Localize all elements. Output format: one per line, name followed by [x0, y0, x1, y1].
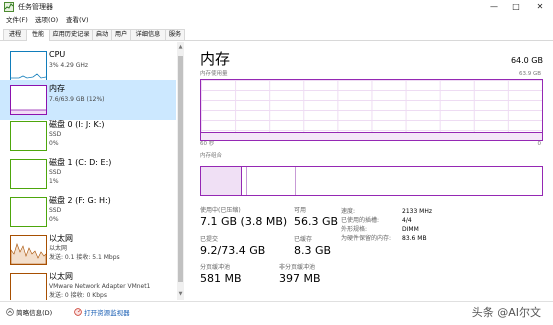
available-value: 56.3 GB: [294, 215, 339, 228]
sidebar-item-disk-0[interactable]: 磁盘 0 (I: J: K:) SSD 0%: [0, 116, 176, 156]
sidebar-item-memory[interactable]: 内存 7.6/63.9 GB (12%): [0, 80, 176, 120]
composition-in-use: [201, 167, 242, 195]
sidebar-title: 内存: [49, 84, 65, 93]
in-use-value: 7.1 GB (3.8 MB): [200, 215, 288, 228]
tab-processes[interactable]: 进程: [3, 29, 27, 40]
memory-usage-graph: [200, 79, 543, 141]
open-resource-monitor-link[interactable]: 打开资源监视器: [74, 307, 130, 319]
maximize-button[interactable]: □: [507, 0, 525, 14]
sidebar-detail: 发送: 0.1 接收: 5.1 Mbps: [49, 254, 120, 261]
tab-app-history[interactable]: 应用历史记录: [49, 29, 93, 40]
title-bar: 任务管理器 — □ ✕: [0, 0, 553, 14]
sidebar-title: CPU: [49, 50, 66, 59]
sidebar-scrollbar[interactable]: ▲ ▼: [177, 42, 184, 300]
sidebar-item-ethernet[interactable]: 以太网 以太网 发送: 0.1 接收: 5.1 Mbps: [0, 230, 176, 270]
resource-sidebar: CPU 3% 4.29 GHz 内存 7.6/63.9 GB (12%) 磁盘 …: [0, 42, 176, 300]
disk-thumbnail-graph: [10, 197, 47, 227]
memory-detail-panel: 内存 64.0 GB 内存使用量 63.9 GB 60 秒 0 内存组合 使用中…: [184, 42, 553, 300]
paged-pool-label: 分页缓冲池: [200, 264, 231, 271]
nonpaged-pool-value: 397 MB: [279, 272, 321, 285]
page-title: 内存: [200, 50, 231, 68]
spec-reserved-value: 83.6 MB: [402, 235, 427, 242]
memory-total: 64.0 GB: [510, 56, 543, 65]
composition-standby: [247, 167, 296, 195]
sidebar-detail: 1%: [49, 178, 59, 185]
composition-label: 内存组合: [200, 153, 223, 159]
sidebar-title: 以太网: [49, 234, 73, 243]
spec-form-factor-label: 外形规格:: [341, 226, 368, 233]
sidebar-detail: SSD: [49, 131, 62, 138]
tab-services[interactable]: 服务: [165, 29, 185, 40]
fewer-details-label: 简略信息(D): [16, 309, 53, 317]
spec-speed-value: 2133 MHz: [402, 208, 433, 215]
scroll-thumb[interactable]: [178, 56, 183, 282]
spec-slots-value: 4/4: [402, 217, 412, 224]
window-title: 任务管理器: [18, 3, 53, 11]
graph-time-right: 0: [537, 141, 542, 147]
menu-view[interactable]: 查看(V): [66, 15, 89, 26]
cpu-sparkline: [11, 73, 47, 79]
memory-composition-bar: [200, 166, 543, 196]
bottom-bar: 简略信息(D) 打开资源监视器 头条 @AI尔文: [0, 301, 553, 325]
resource-monitor-icon: [74, 308, 82, 316]
usage-graph-label: 内存使用量: [200, 71, 228, 77]
cpu-thumbnail-graph: [10, 51, 47, 81]
sidebar-detail: 0%: [49, 140, 59, 147]
sidebar-detail: 3% 4.29 GHz: [49, 62, 89, 69]
committed-label: 已提交: [200, 236, 219, 243]
close-button[interactable]: ✕: [531, 0, 549, 14]
nonpaged-pool-label: 非分页缓冲池: [279, 264, 316, 271]
sidebar-item-disk-2[interactable]: 磁盘 2 (F: G: H:) SSD 0%: [0, 192, 176, 232]
sidebar-title: 磁盘 0 (I: J: K:): [49, 120, 105, 129]
committed-value: 9.2/73.4 GB: [200, 244, 266, 257]
spec-speed-label: 速度:: [341, 208, 356, 215]
chevron-up-circle-icon: [6, 308, 14, 316]
paged-pool-value: 581 MB: [200, 272, 242, 285]
cached-value: 8.3 GB: [294, 244, 332, 257]
sidebar-title: 磁盘 2 (F: G: H:): [49, 196, 111, 205]
sidebar-detail: SSD: [49, 169, 62, 176]
disk-thumbnail-graph: [10, 159, 47, 189]
menu-bar: 文件(F) 选项(O) 查看(V): [0, 14, 553, 27]
tab-bar: 进程 性能 应用历史记录 启动 用户 详细信息 服务: [0, 28, 553, 41]
memory-thumbnail-graph: [10, 85, 47, 115]
sidebar-detail: SSD: [49, 207, 62, 214]
ethernet-thumbnail-graph: [10, 273, 47, 300]
sidebar-item-ethernet-vmnet1[interactable]: 以太网 VMware Network Adapter VMnet1 发送: 0 …: [0, 268, 176, 300]
sidebar-title: 磁盘 1 (C: D: E:): [49, 158, 112, 167]
graph-time-left: 60 秒: [200, 141, 215, 147]
tab-startup[interactable]: 启动: [92, 29, 112, 40]
task-manager-icon: [4, 2, 14, 12]
open-resource-monitor-label: 打开资源监视器: [84, 309, 130, 317]
fewer-details-button[interactable]: 简略信息(D): [6, 307, 52, 319]
cached-label: 已缓存: [294, 236, 313, 243]
tab-users[interactable]: 用户: [111, 29, 131, 40]
sidebar-detail: 7.6/63.9 GB (12%): [49, 96, 105, 103]
spec-slots-label: 已使用的插槽:: [341, 217, 380, 224]
available-label: 可用: [294, 207, 307, 214]
scroll-down-icon[interactable]: ▼: [177, 291, 184, 298]
sidebar-detail: 0%: [49, 216, 59, 223]
ethernet-sparkline: [10, 243, 47, 265]
sidebar-title: 以太网: [49, 272, 73, 281]
usage-graph-max: 63.9 GB: [518, 71, 541, 77]
memory-usage-fill: [201, 131, 542, 140]
memory-sparkline: [11, 109, 46, 114]
watermark-text: 头条 @AI尔文: [471, 306, 541, 319]
sidebar-detail: VMware Network Adapter VMnet1: [49, 283, 151, 290]
menu-options[interactable]: 选项(O): [35, 15, 58, 26]
spec-form-factor-value: DIMM: [402, 226, 419, 233]
spec-reserved-label: 为硬件保留的内存:: [341, 235, 392, 242]
menu-file[interactable]: 文件(F): [6, 15, 28, 26]
sidebar-detail: 发送: 0 接收: 0 Kbps: [49, 292, 107, 299]
ethernet-thumbnail-graph: [10, 235, 47, 265]
minimize-button[interactable]: —: [485, 0, 503, 14]
tab-performance[interactable]: 性能: [26, 29, 50, 41]
disk-thumbnail-graph: [10, 121, 47, 151]
sidebar-item-disk-1[interactable]: 磁盘 1 (C: D: E:) SSD 1%: [0, 154, 176, 194]
tab-details[interactable]: 详细信息: [130, 29, 166, 40]
scroll-up-icon[interactable]: ▲: [177, 44, 184, 51]
sidebar-detail: 以太网: [49, 245, 68, 252]
in-use-label: 使用中(已压缩): [200, 207, 241, 214]
